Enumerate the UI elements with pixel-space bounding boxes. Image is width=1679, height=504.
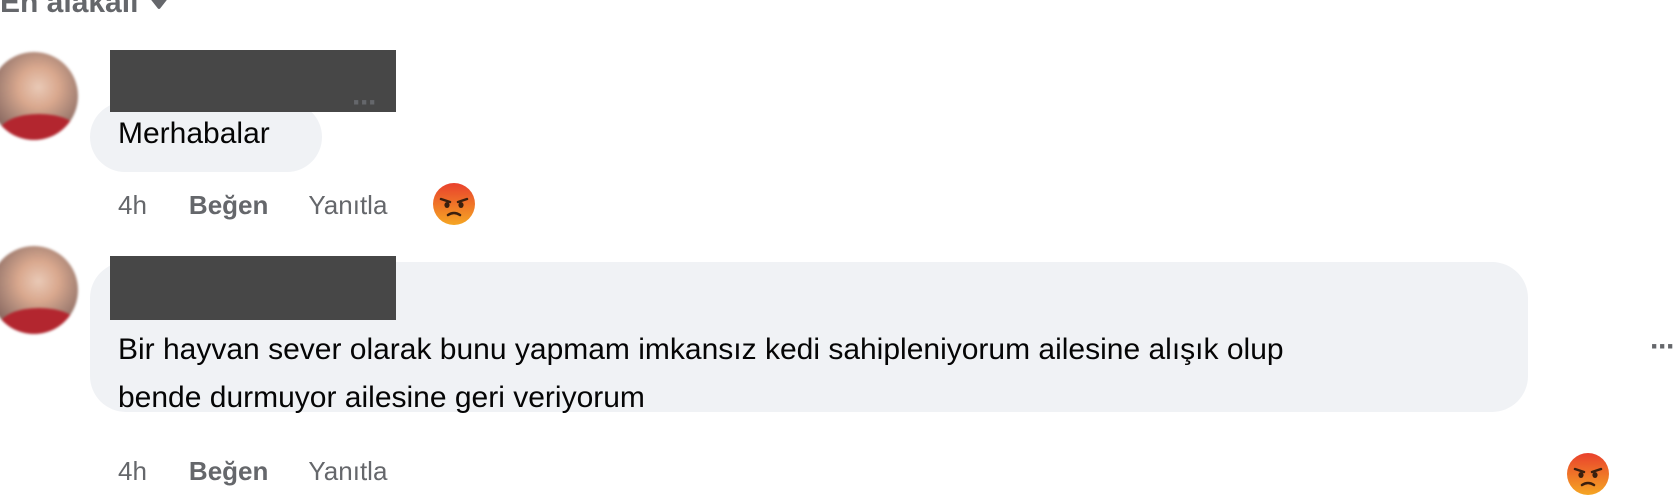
caret-down-icon (151, 0, 168, 10)
comment-text-line-2: bende durmuyor ailesine geri veriyorum (118, 381, 645, 414)
angry-face-icon[interactable] (1566, 452, 1610, 496)
sort-dropdown[interactable]: En alakalı (0, 0, 170, 20)
reply-button[interactable]: Yanıtla (308, 456, 387, 487)
comment-section: En alakalı ··· Merhabalar 4h Beğen Yanıt… (0, 0, 1679, 504)
avatar[interactable] (0, 52, 78, 140)
comment-options-button[interactable]: ··· (352, 86, 378, 120)
comment-actions: 4h Beğen Yanıtla (118, 190, 387, 221)
comment-text-line-1: Bir hayvan sever olarak bunu yapmam imka… (118, 333, 1284, 366)
comment-timestamp[interactable]: 4h (118, 190, 147, 221)
comment-text: Merhabalar (118, 117, 270, 150)
comment-options-button[interactable]: ··· (1650, 330, 1676, 364)
redacted-author-name (110, 256, 396, 320)
comment-actions: 4h Beğen Yanıtla (118, 456, 387, 487)
avatar[interactable] (0, 246, 78, 334)
reply-button[interactable]: Yanıtla (308, 190, 387, 221)
comment-timestamp[interactable]: 4h (118, 456, 147, 487)
like-button[interactable]: Beğen (189, 456, 268, 487)
angry-face-icon[interactable] (432, 182, 476, 226)
sort-label: En alakalı (0, 0, 139, 19)
like-button[interactable]: Beğen (189, 190, 268, 221)
